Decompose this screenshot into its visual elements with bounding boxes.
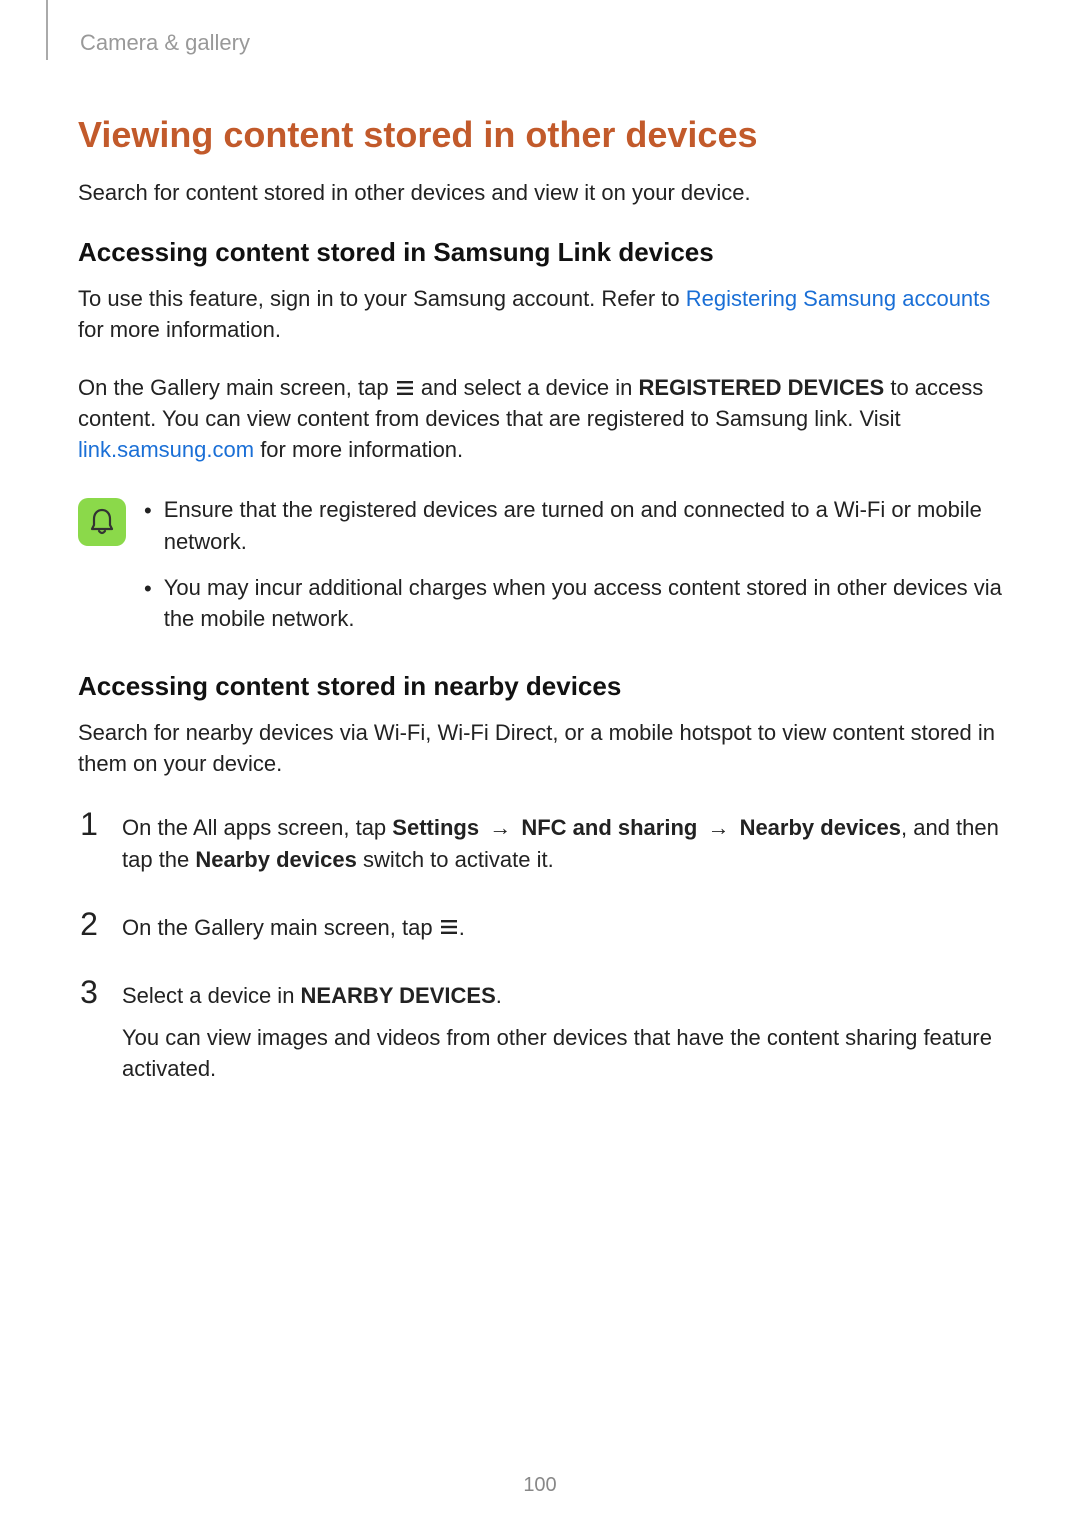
section1-paragraph1: To use this feature, sign in to your Sam… <box>78 284 1002 346</box>
text-bold: Nearby devices <box>740 815 901 840</box>
page-title: Viewing content stored in other devices <box>78 114 1002 156</box>
note-bell-icon <box>78 498 126 546</box>
step-number: 3 <box>78 976 100 1096</box>
bullet-icon: • <box>144 494 152 558</box>
link-samsung-link[interactable]: link.samsung.com <box>78 437 254 462</box>
text-bold: REGISTERED DEVICES <box>639 375 885 400</box>
text: for more information. <box>78 317 281 342</box>
text-bold: Settings <box>392 815 479 840</box>
arrow-icon: → <box>483 815 517 840</box>
step-body: On the All apps screen, tap Settings → N… <box>122 808 1002 886</box>
step-3: 3 Select a device in NEARBY DEVICES. You… <box>78 976 1002 1096</box>
text-bold: NFC and sharing <box>521 815 697 840</box>
text: On the Gallery main screen, tap <box>122 915 439 940</box>
text: On the Gallery main screen, tap <box>78 375 395 400</box>
step-body: On the Gallery main screen, tap . <box>122 908 1002 954</box>
text-bold: Nearby devices <box>195 847 356 872</box>
step-1: 1 On the All apps screen, tap Settings →… <box>78 808 1002 886</box>
text: . <box>496 983 502 1008</box>
section1-paragraph2: On the Gallery main screen, tap and sele… <box>78 373 1002 465</box>
text: To use this feature, sign in to your Sam… <box>78 286 686 311</box>
page-corner-mark <box>46 0 48 60</box>
intro-paragraph: Search for content stored in other devic… <box>78 178 1002 209</box>
page-number: 100 <box>0 1474 1080 1497</box>
step-extra-text: You can view images and videos from othe… <box>122 1022 1002 1086</box>
menu-icon <box>397 381 413 395</box>
text: for more information. <box>254 437 463 462</box>
note-item: • You may incur additional charges when … <box>144 572 1002 636</box>
breadcrumb: Camera & gallery <box>80 30 1002 56</box>
link-registering-samsung-accounts[interactable]: Registering Samsung accounts <box>686 286 991 311</box>
menu-icon <box>441 920 457 934</box>
text: On the All apps screen, tap <box>122 815 392 840</box>
arrow-icon: → <box>701 815 735 840</box>
bullet-icon: • <box>144 572 152 636</box>
note-item: • Ensure that the registered devices are… <box>144 494 1002 558</box>
section-heading-samsung-link: Accessing content stored in Samsung Link… <box>78 237 1002 268</box>
note-items: • Ensure that the registered devices are… <box>144 494 1002 650</box>
text: switch to activate it. <box>357 847 554 872</box>
step-2: 2 On the Gallery main screen, tap . <box>78 908 1002 954</box>
text: . <box>459 915 465 940</box>
section2-intro: Search for nearby devices via Wi-Fi, Wi-… <box>78 718 1002 780</box>
note-text: You may incur additional charges when yo… <box>164 572 1002 636</box>
note-text: Ensure that the registered devices are t… <box>164 494 1002 558</box>
text: Select a device in <box>122 983 301 1008</box>
step-body: Select a device in NEARBY DEVICES. You c… <box>122 976 1002 1096</box>
text-bold: NEARBY DEVICES <box>301 983 496 1008</box>
page-content: Camera & gallery Viewing content stored … <box>0 0 1080 1095</box>
step-number: 1 <box>78 808 100 886</box>
note-block: • Ensure that the registered devices are… <box>78 494 1002 650</box>
text: and select a device in <box>415 375 639 400</box>
section-heading-nearby: Accessing content stored in nearby devic… <box>78 671 1002 702</box>
step-number: 2 <box>78 908 100 954</box>
